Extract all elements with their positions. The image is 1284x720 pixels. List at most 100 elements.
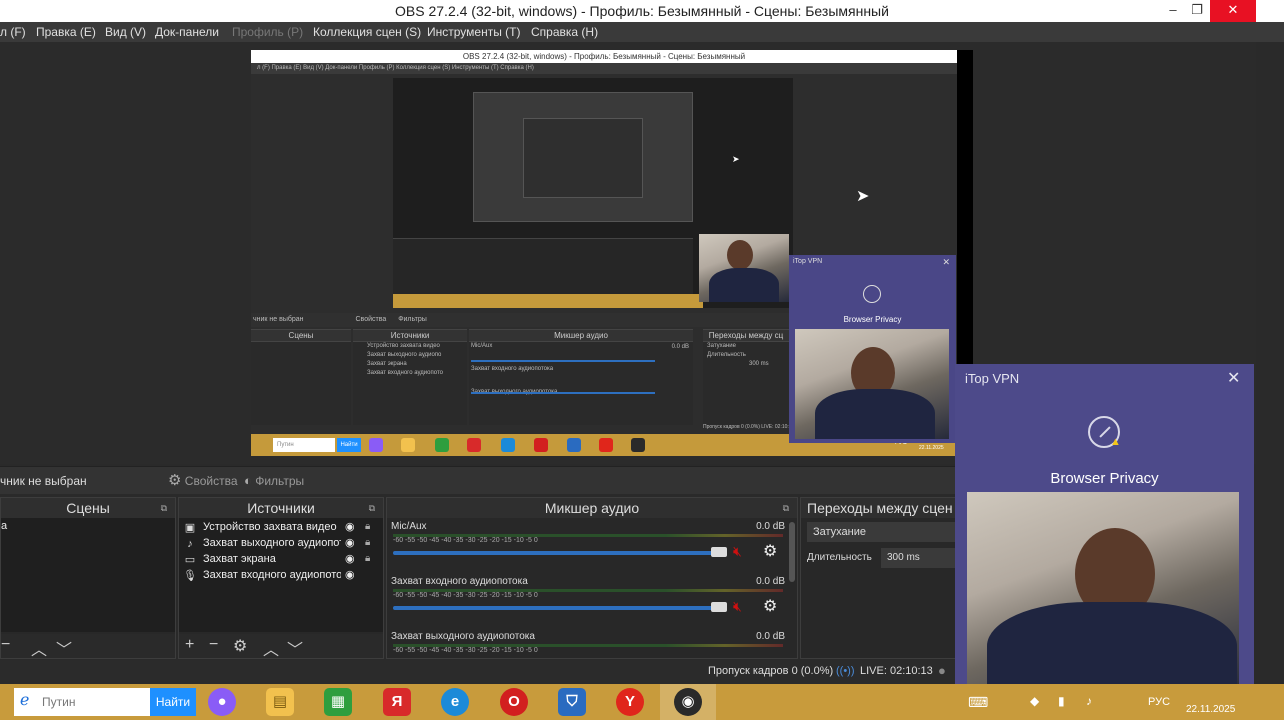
obs-icon[interactable]: ◉ [674,688,702,716]
scene-transitions-dock: Переходы между сцен Затухание Длительнос… [800,497,960,659]
visibility-eye-icon[interactable]: ◉ [345,535,355,551]
nested-vpn-icon [567,438,581,452]
store-icon[interactable]: ▦ [324,688,352,716]
taskbar-date[interactable]: 22.11.2025 [1186,704,1235,715]
visibility-eye-icon[interactable]: ◉ [345,519,355,535]
language-indicator[interactable]: РУС [1148,696,1170,708]
volume-slider[interactable] [393,551,727,555]
move-up-button[interactable]: ︿ [263,636,279,660]
menu-bar: л (F) Правка (E) Вид (V) Док-панели Проф… [0,22,1284,42]
compass-icon: ▲ [1088,416,1121,448]
menu-docks[interactable]: Док-панели [155,22,219,42]
alice-icon[interactable]: ● [208,688,236,716]
muted-speaker-icon[interactable]: 🔇︎ [733,543,742,560]
scenes-toolbar: − ︿ ﹀ [1,634,175,660]
file-explorer-icon[interactable]: ▤ [266,688,294,716]
speaker-icon[interactable]: ♪ [1086,694,1092,708]
edge-icon[interactable]: e [441,688,469,716]
volume-slider-handle[interactable] [711,602,727,612]
lock-icon[interactable]: 🔒︎ [365,535,370,551]
visibility-eye-icon[interactable]: ◉ [345,551,355,567]
keyboard-icon[interactable]: ⌨ [968,694,988,711]
microphone-icon: 🎙︎ [183,570,197,582]
live-broadcast-icon: ((•)) [836,665,855,677]
yandex-browser-icon[interactable]: Y [616,688,644,716]
visibility-eye-icon[interactable]: ◉ [345,567,355,583]
remove-source-button[interactable]: − [209,636,218,654]
channel-name: Захват выходного аудиопотока [391,631,535,642]
nested-date: 22.11.2025 [919,445,944,451]
source-row[interactable]: ♪ Захват выходного аудиопот ◉ 🔒︎ [179,535,379,551]
nested-properties: Свойства [355,316,387,323]
nested-transitions-title: Переходы между сц [703,330,789,342]
scenes-list[interactable]: а [1,518,175,632]
dock-float-icon[interactable]: ⧉ [369,498,375,518]
nested-mixer-dock: Микшер аудио Mic/Aux Захват входного ауд… [469,329,693,425]
scenes-title: Сцены [66,500,110,516]
move-down-button[interactable]: ﹀ [287,636,303,660]
network-icon[interactable]: ▮ [1058,694,1065,708]
filters-button[interactable]: ◐ Фильтры [244,471,304,491]
move-down-button[interactable]: ﹀ [56,636,72,660]
gear-icon[interactable]: ⚙ [763,596,777,616]
remove-scene-button[interactable]: − [1,636,10,654]
nested-yandex-icon [467,438,481,452]
nested-transitions-dock: Переходы между сц Затухание Длительность… [703,329,789,425]
vpn-shield-icon[interactable]: ⛉ [558,688,586,716]
meter-scale: -60 -55 -50 -45 -40 -35 -30 -25 -20 -15 … [393,647,538,654]
menu-file[interactable]: л (F) [0,22,26,42]
menu-view[interactable]: Вид (V) [105,22,146,42]
scene-item[interactable]: а [1,518,175,534]
properties-button[interactable]: ⚙ Свойства [168,471,238,491]
close-button[interactable]: ✕ [1210,0,1256,22]
nested-source-item: Захват экрана [367,361,407,367]
source-settings-gear-icon[interactable]: ⚙ [233,636,247,656]
tray-icon[interactable]: ◆ [1030,694,1039,708]
nested-store-icon [435,438,449,452]
taskbar-find-button[interactable]: Найти [150,688,196,716]
muted-speaker-icon[interactable]: 🔇︎ [733,598,742,615]
source-row[interactable]: 🎙︎ Захват входного аудиопото ◉ [179,567,379,583]
vpn-close-icon[interactable]: ✕ [1227,368,1240,388]
lock-icon[interactable]: 🔒︎ [365,519,370,535]
restore-button[interactable]: ❐ [1182,0,1212,22]
nested-duration-value: 300 ms [749,361,769,367]
menu-edit[interactable]: Правка (E) [36,22,96,42]
transition-type-select[interactable]: Затухание [807,522,957,542]
menu-help[interactable]: Справка (H) [531,22,598,42]
source-row[interactable]: ▭ Захват экрана ◉ 🔒︎ [179,551,379,567]
taskbar-search-input[interactable]: Путин [14,688,150,716]
volume-slider[interactable] [393,606,727,610]
nested-filters: Фильтры [398,316,427,323]
vpn-window: iTop VPN ✕ ▲ Browser Privacy [955,364,1254,694]
dropped-frames-status: Пропуск кадров 0 (0.0%) [708,665,834,677]
volume-slider-handle[interactable] [711,547,727,557]
source-toolbar: чник не выбран ⚙ Свойства ◐ Фильтры [0,466,955,494]
sources-list[interactable]: ▣ Устройство захвата видео ◉ 🔒︎ ♪ Захват… [179,518,383,632]
mixer-scrollbar[interactable] [789,522,795,582]
webcam-feed [967,492,1239,692]
channel-name: Mic/Aux [391,521,427,532]
nested-mixer-item: Захват входного аудиопотока [471,366,554,372]
nested-window-title: OBS 27.2.4 (32-bit, windows) - Профиль: … [251,50,957,63]
menu-scene-collection[interactable]: Коллекция сцен (S) [313,22,421,42]
gear-icon[interactable]: ⚙ [763,541,777,561]
meter-scale: -60 -55 -50 -45 -40 -35 -30 -25 -20 -15 … [393,592,538,599]
monitor-icon: ▭ [184,554,196,566]
dock-float-icon[interactable]: ⧉ [783,498,789,518]
edge-search-icon: ℯ [20,692,30,709]
lock-icon[interactable]: 🔒︎ [365,551,370,567]
add-source-button[interactable]: + [185,636,194,654]
opera-icon[interactable]: O [500,688,528,716]
duration-label: Длительность [807,552,872,563]
source-row[interactable]: ▣ Устройство захвата видео ◉ 🔒︎ [179,519,379,535]
dock-float-icon[interactable]: ⧉ [161,498,167,518]
yandex-icon[interactable]: Я [383,688,411,716]
move-up-button[interactable]: ︿ [31,636,47,660]
menu-profile[interactable]: Профиль (P) [232,22,303,42]
menu-tools[interactable]: Инструменты (T) [427,22,520,42]
duration-input[interactable]: 300 ms [881,548,957,568]
transitions-title: Переходы между сцен [807,500,953,516]
source-name: Захват экрана [203,553,276,565]
nested-preview [393,78,793,308]
